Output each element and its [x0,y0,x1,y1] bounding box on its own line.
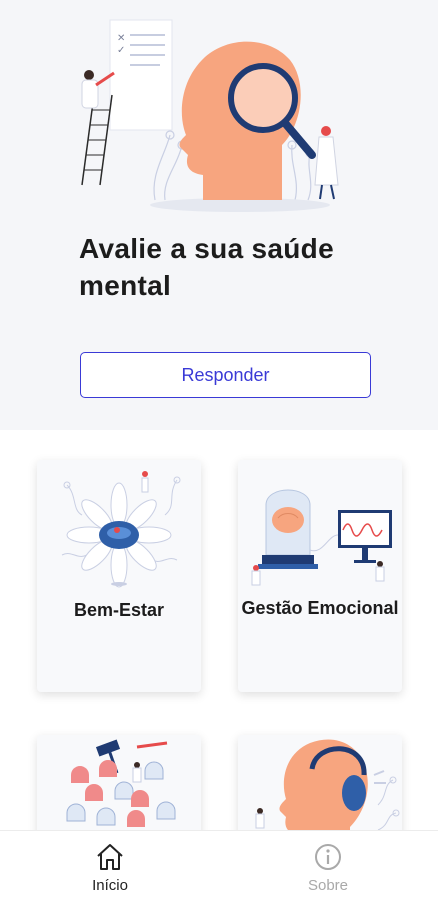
headphones-illustration [255,739,400,830]
svg-text:✓: ✓ [117,45,125,56]
hero-title: Avalie a sua saúde mental [79,233,334,301]
svg-text:✕: ✕ [117,33,125,44]
card-bem-estar[interactable]: Bem-Estar [37,460,201,692]
respond-button[interactable]: Responder [80,352,371,398]
card-label: Bem-Estar [73,600,165,620]
brain-jar-illustration [251,489,392,586]
card-4[interactable] [238,735,402,830]
info-icon [315,844,341,870]
category-grid: Bem-Estar Gestão Emocional [0,430,438,830]
hero-section: ✕ ✓ Avalie a sua saúde mental Responder [0,0,438,430]
nav-item-inicio[interactable]: Início [50,831,170,900]
nav-label-sobre: Sobre [307,877,349,894]
card-label: Gestão Emocional [241,598,399,618]
nav-label-inicio: Início [92,877,128,894]
bells-illustration [66,739,176,827]
mental-health-illustration: ✕ ✓ [81,19,339,212]
flower-illustration [61,471,181,588]
home-icon [97,844,123,870]
nav-item-sobre[interactable]: Sobre [268,831,388,900]
bottom-navigation: Início Sobre [0,830,438,900]
card-3[interactable] [37,735,201,830]
card-gestao-emocional[interactable]: Gestão Emocional [238,460,402,692]
